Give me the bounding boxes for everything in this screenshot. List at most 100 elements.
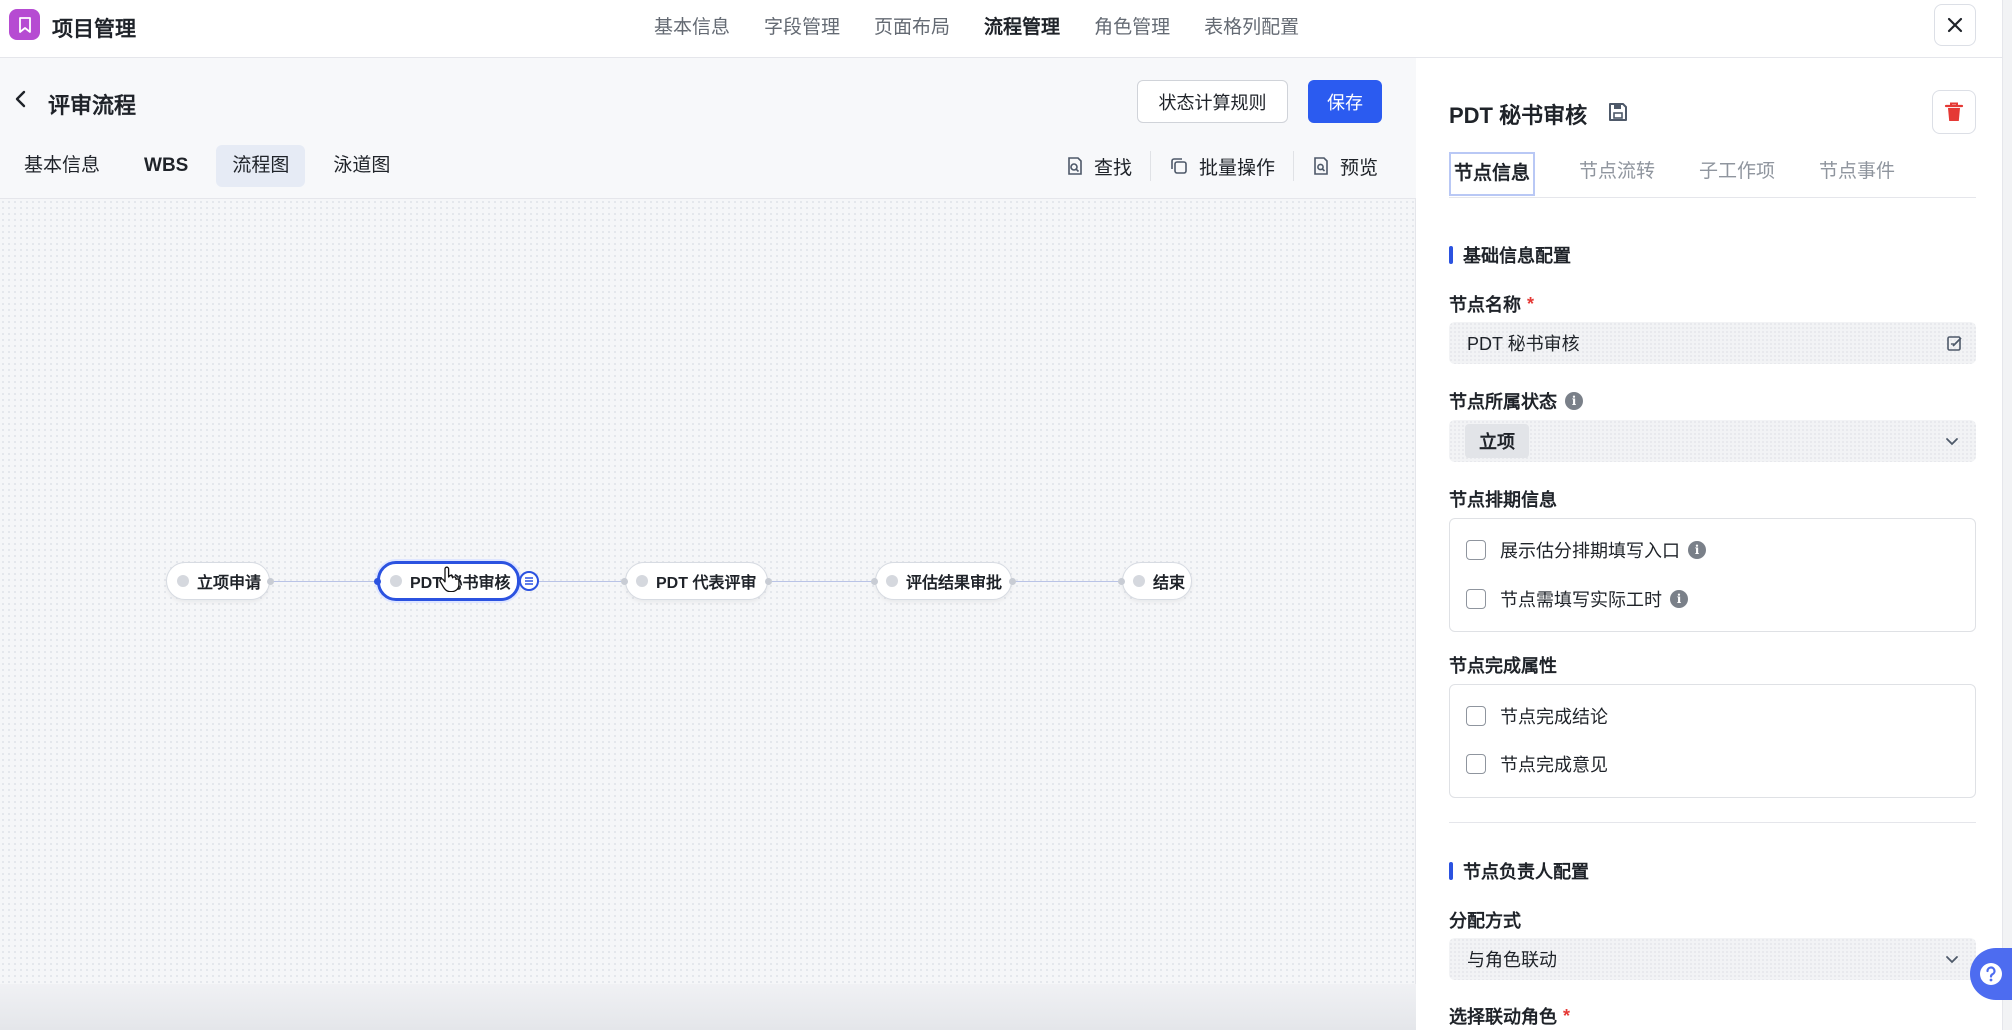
tab-sub-work-items[interactable]: 子工作项 [1699, 152, 1775, 196]
node-port[interactable] [374, 578, 381, 585]
node-status-dot [177, 575, 189, 587]
checkbox[interactable] [1466, 540, 1486, 560]
assign-mode-label: 分配方式 [1449, 911, 1521, 931]
divider [1449, 822, 1976, 823]
nav-table-column-config[interactable]: 表格列配置 [1204, 12, 1299, 39]
flow-edge [529, 581, 625, 582]
node-name-label-text: 节点名称 [1449, 295, 1521, 315]
trash-icon [1944, 102, 1964, 121]
node-port[interactable] [1118, 578, 1125, 585]
window-scrollbar[interactable] [2002, 0, 2012, 1030]
node-label: PDT 代表评审 [656, 575, 757, 592]
tab-flowchart[interactable]: 流程图 [216, 145, 306, 187]
close-icon [1947, 17, 1963, 33]
nav-page-layout[interactable]: 页面布局 [874, 12, 950, 39]
save-button[interactable]: 保存 [1308, 80, 1382, 123]
status-tag: 立项 [1465, 424, 1529, 458]
flow-edge [1012, 581, 1122, 582]
node-name-input[interactable]: PDT 秘书审核 [1449, 322, 1976, 364]
flow-node-eval-approval[interactable]: 评估结果审批 [875, 562, 1012, 600]
schedule-options-group: 展示估分排期填写入口 i 节点需填写实际工时 i [1449, 518, 1976, 632]
node-name-value: PDT 秘书审核 [1467, 334, 1580, 354]
tab-swimlane[interactable]: 泳道图 [317, 145, 406, 187]
node-port[interactable] [871, 578, 878, 585]
save-icon[interactable] [1607, 101, 1629, 123]
app-title: 项目管理 [52, 18, 136, 41]
node-status-dot [886, 575, 898, 587]
flow-node-project-apply[interactable]: 立项申请 [166, 562, 270, 600]
tab-node-info[interactable]: 节点信息 [1449, 152, 1536, 196]
tab-wbs[interactable]: WBS [128, 145, 204, 187]
top-nav: 基本信息 字段管理 页面布局 流程管理 角色管理 表格列配置 [654, 0, 1333, 50]
preview-button[interactable]: 预览 [1293, 151, 1396, 181]
section-owner-config-title: 节点负责人配置 [1463, 862, 1589, 882]
checkbox[interactable] [1466, 589, 1486, 609]
node-label: 结束 [1153, 575, 1186, 592]
canvas-toolbar: 查找 批量操作 预览 [1048, 145, 1396, 187]
close-button[interactable] [1934, 4, 1976, 46]
sub-tabs: 基本信息 WBS 流程图 泳道图 [8, 145, 418, 187]
preview-label: 预览 [1340, 157, 1379, 179]
tab-node-events[interactable]: 节点事件 [1819, 152, 1895, 196]
node-port[interactable] [1009, 578, 1016, 585]
section-owner-config: 节点负责人配置 [1449, 858, 1589, 884]
batch-operation-label: 批量操作 [1199, 157, 1276, 179]
assign-mode-select[interactable]: 与角色联动 [1449, 938, 1976, 980]
flow-node-end[interactable]: 结束 [1122, 562, 1192, 600]
linked-role-label-text: 选择联动角色 [1449, 1007, 1557, 1027]
node-status-dot [636, 575, 648, 587]
node-port[interactable] [621, 578, 628, 585]
delete-node-button[interactable] [1932, 90, 1976, 134]
node-port[interactable] [765, 578, 772, 585]
flow-edge [270, 581, 378, 582]
option-complete-opinion[interactable]: 节点完成意见 [1466, 751, 1608, 777]
section-marker [1449, 862, 1453, 880]
node-status-dot [390, 575, 402, 587]
nav-basic-info[interactable]: 基本信息 [654, 12, 730, 39]
complete-options-group: 节点完成结论 节点完成意见 [1449, 684, 1976, 798]
nav-field-management[interactable]: 字段管理 [764, 12, 840, 39]
complete-attr-label: 节点完成属性 [1449, 656, 1557, 676]
find-icon [1068, 157, 1082, 175]
node-menu-button[interactable] [519, 571, 539, 591]
info-icon[interactable]: i [1688, 541, 1706, 559]
section-marker [1449, 246, 1453, 264]
node-label: 立项申请 [197, 575, 262, 592]
back-arrow-icon[interactable] [12, 88, 30, 110]
info-icon[interactable]: i [1670, 590, 1688, 608]
node-status-select[interactable]: 立项 [1449, 420, 1976, 462]
top-bar: 项目管理 基本信息 字段管理 页面布局 流程管理 角色管理 表格列配置 [0, 0, 2012, 58]
nav-role-management[interactable]: 角色管理 [1094, 12, 1170, 39]
status-calc-rules-button[interactable]: 状态计算规则 [1137, 80, 1288, 123]
find-button[interactable]: 查找 [1048, 151, 1150, 181]
checkbox[interactable] [1466, 706, 1486, 726]
tab-node-transition[interactable]: 节点流转 [1579, 152, 1655, 196]
node-status-dot [1133, 575, 1145, 587]
section-basic-config: 基础信息配置 [1449, 242, 1571, 268]
checkbox[interactable] [1466, 754, 1486, 774]
option-label: 展示估分排期填写入口 [1500, 541, 1680, 561]
panel-title: PDT 秘书审核 [1449, 103, 1588, 128]
option-show-estimate[interactable]: 展示估分排期填写入口 i [1466, 537, 1706, 563]
panel-tabs: 节点信息 节点流转 子工作项 节点事件 [1449, 152, 1976, 198]
preview-icon [1314, 157, 1328, 175]
node-port[interactable] [267, 578, 274, 585]
tab-basic-info[interactable]: 基本信息 [8, 145, 116, 187]
option-label: 节点完成结论 [1500, 707, 1608, 727]
copy-icon [1171, 158, 1187, 174]
question-icon [1980, 963, 2002, 985]
info-icon[interactable]: i [1565, 392, 1583, 410]
option-actual-hours[interactable]: 节点需填写实际工时 i [1466, 586, 1688, 612]
assign-mode-value: 与角色联动 [1467, 950, 1557, 970]
option-complete-conclusion[interactable]: 节点完成结论 [1466, 703, 1608, 729]
canvas-footer [0, 984, 1416, 1030]
node-name-label: 节点名称 * [1449, 291, 1534, 317]
bookmark-icon[interactable] [9, 9, 40, 40]
nav-process-management[interactable]: 流程管理 [984, 12, 1060, 39]
edit-icon[interactable] [1946, 334, 1964, 352]
node-status-label: 节点所属状态 i [1449, 388, 1583, 414]
node-label: PDT 秘书审核 [410, 575, 511, 592]
required-mark: * [1563, 1005, 1571, 1026]
batch-operation-button[interactable]: 批量操作 [1150, 151, 1293, 181]
flow-node-pdt-rep-review[interactable]: PDT 代表评审 [625, 562, 768, 600]
